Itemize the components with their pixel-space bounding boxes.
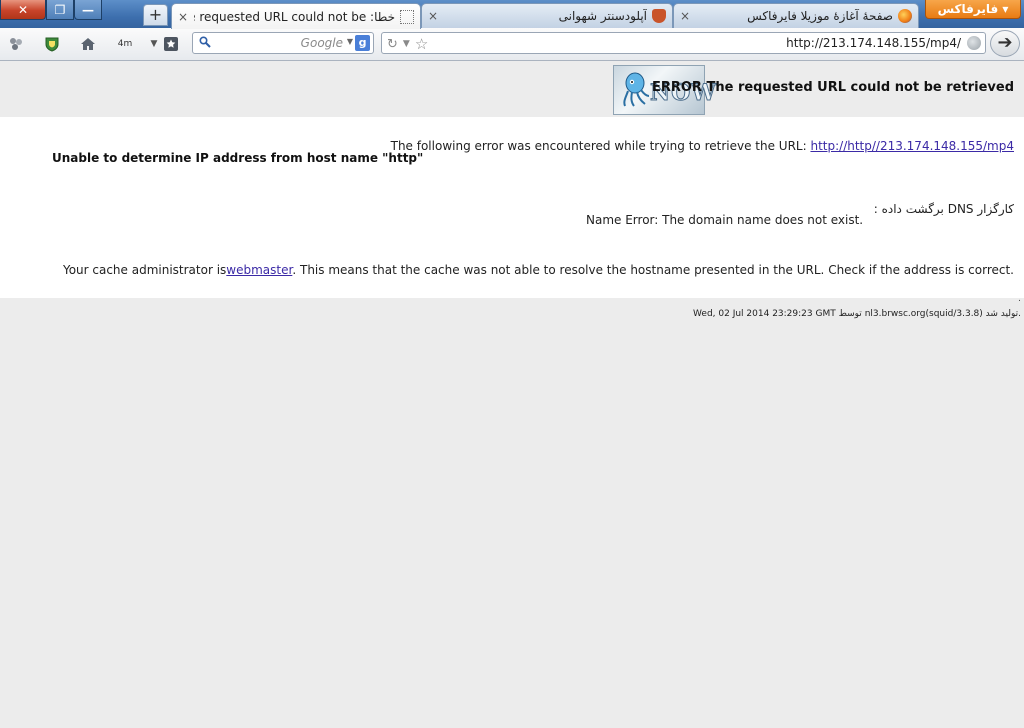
dns-error: Name Error: The domain name does not exi… [586, 213, 864, 227]
tab-close-icon[interactable]: × [680, 9, 690, 23]
tab-title: خطا: The requested URL could not be ... [194, 9, 395, 24]
window-controls: ✕ ❐ — [0, 0, 102, 20]
chevron-down-icon[interactable]: ▼ [403, 39, 410, 49]
search-placeholder: Google [300, 36, 343, 50]
bookmark-star-icon[interactable] [163, 36, 179, 52]
loading-icon [400, 9, 414, 24]
tab-close-icon[interactable]: × [178, 10, 188, 24]
tab-error-page[interactable]: × خطا: The requested URL could not be ..… [171, 3, 421, 29]
webmaster-link[interactable]: webmaster [226, 263, 292, 277]
admin-prefix: Your cache administrator is [62, 263, 227, 277]
window-maximize-button[interactable]: ❐ [46, 0, 74, 20]
dns-label: کارگزار DNS برگشت داده : [873, 202, 1014, 216]
firefox-icon [898, 9, 912, 23]
shield-icon [652, 9, 666, 23]
explanation-text: This means that the cache was not able t… [299, 263, 1014, 277]
reload-icon[interactable]: ↻ [387, 37, 398, 52]
url-bar-controls: ↻ ▼ ☆ [387, 35, 428, 53]
window-minimize-button[interactable]: — [74, 0, 102, 20]
footer-mark: . [1018, 294, 1021, 304]
error-content: The following error was encountered whil… [0, 117, 1024, 298]
url-bar[interactable]: ↻ ▼ ☆ http://213.174.148.155/mp4/ [381, 32, 986, 54]
google-engine-icon[interactable]: g [355, 35, 370, 51]
error-heading: Unable to determine IP address from host… [52, 151, 424, 165]
home-icon[interactable] [80, 36, 96, 52]
search-box[interactable]: Google ▼ g [192, 32, 374, 54]
search-icon [199, 36, 211, 51]
tab-title: آپلودسنتر شهوانی [558, 9, 647, 23]
squid-icon [623, 72, 650, 107]
window-close-button[interactable]: ✕ [0, 0, 46, 20]
url-text[interactable]: http://213.174.148.155/mp4/ [786, 36, 961, 50]
globe-icon [967, 36, 981, 50]
firefox-menu-button[interactable]: فایرفاکس ▾ [925, 0, 1021, 19]
speed-indicator: 4m [114, 36, 136, 52]
go-button[interactable]: ➔ [990, 30, 1020, 57]
error-intro-text: The following error was encountered whil… [390, 139, 807, 153]
shield-icon[interactable] [44, 36, 60, 52]
admin-suffix: . [292, 263, 297, 277]
error-intro-line: The following error was encountered whil… [391, 139, 1014, 153]
chevron-down-icon[interactable]: ▼ [347, 37, 353, 46]
tab-title: صفحهٔ آغازهٔ موزیلا فایرفاکس [747, 9, 893, 23]
speed-text: 4m [117, 39, 133, 49]
bookmark-star-outline-icon[interactable]: ☆ [415, 35, 428, 53]
page-title: ERROR The requested URL could not be ret… [651, 80, 1014, 95]
error-url-link[interactable]: http://http//213.174.148.155/mp4 [810, 139, 1014, 153]
error-header: NOW ERROR The requested URL could not be… [0, 61, 1024, 117]
new-tab-button[interactable]: + [143, 4, 168, 26]
tab-firefox-start[interactable]: × صفحهٔ آغازهٔ موزیلا فایرفاکس [673, 3, 919, 28]
tab-strip: ✕ ❐ — + × خطا: The requested URL could n… [0, 0, 1024, 29]
footer-text: Wed, 02 Jul 2014 23:29:23 GMT توسط nl3.b… [693, 309, 1021, 319]
bookmarks-dropdown-icon[interactable]: ▼ [148, 36, 160, 52]
explanation-line: Your cache administrator iswebmaster. Th… [63, 263, 1014, 277]
tab-upload-center[interactable]: × آپلودسنتر شهوانی [421, 3, 673, 28]
navigation-toolbar: 4m ▼ Google ▼ g ↻ ▼ ☆ http://213.174.148… [0, 28, 1024, 61]
addons-icon[interactable] [8, 36, 24, 52]
tab-close-icon[interactable]: × [428, 9, 438, 23]
